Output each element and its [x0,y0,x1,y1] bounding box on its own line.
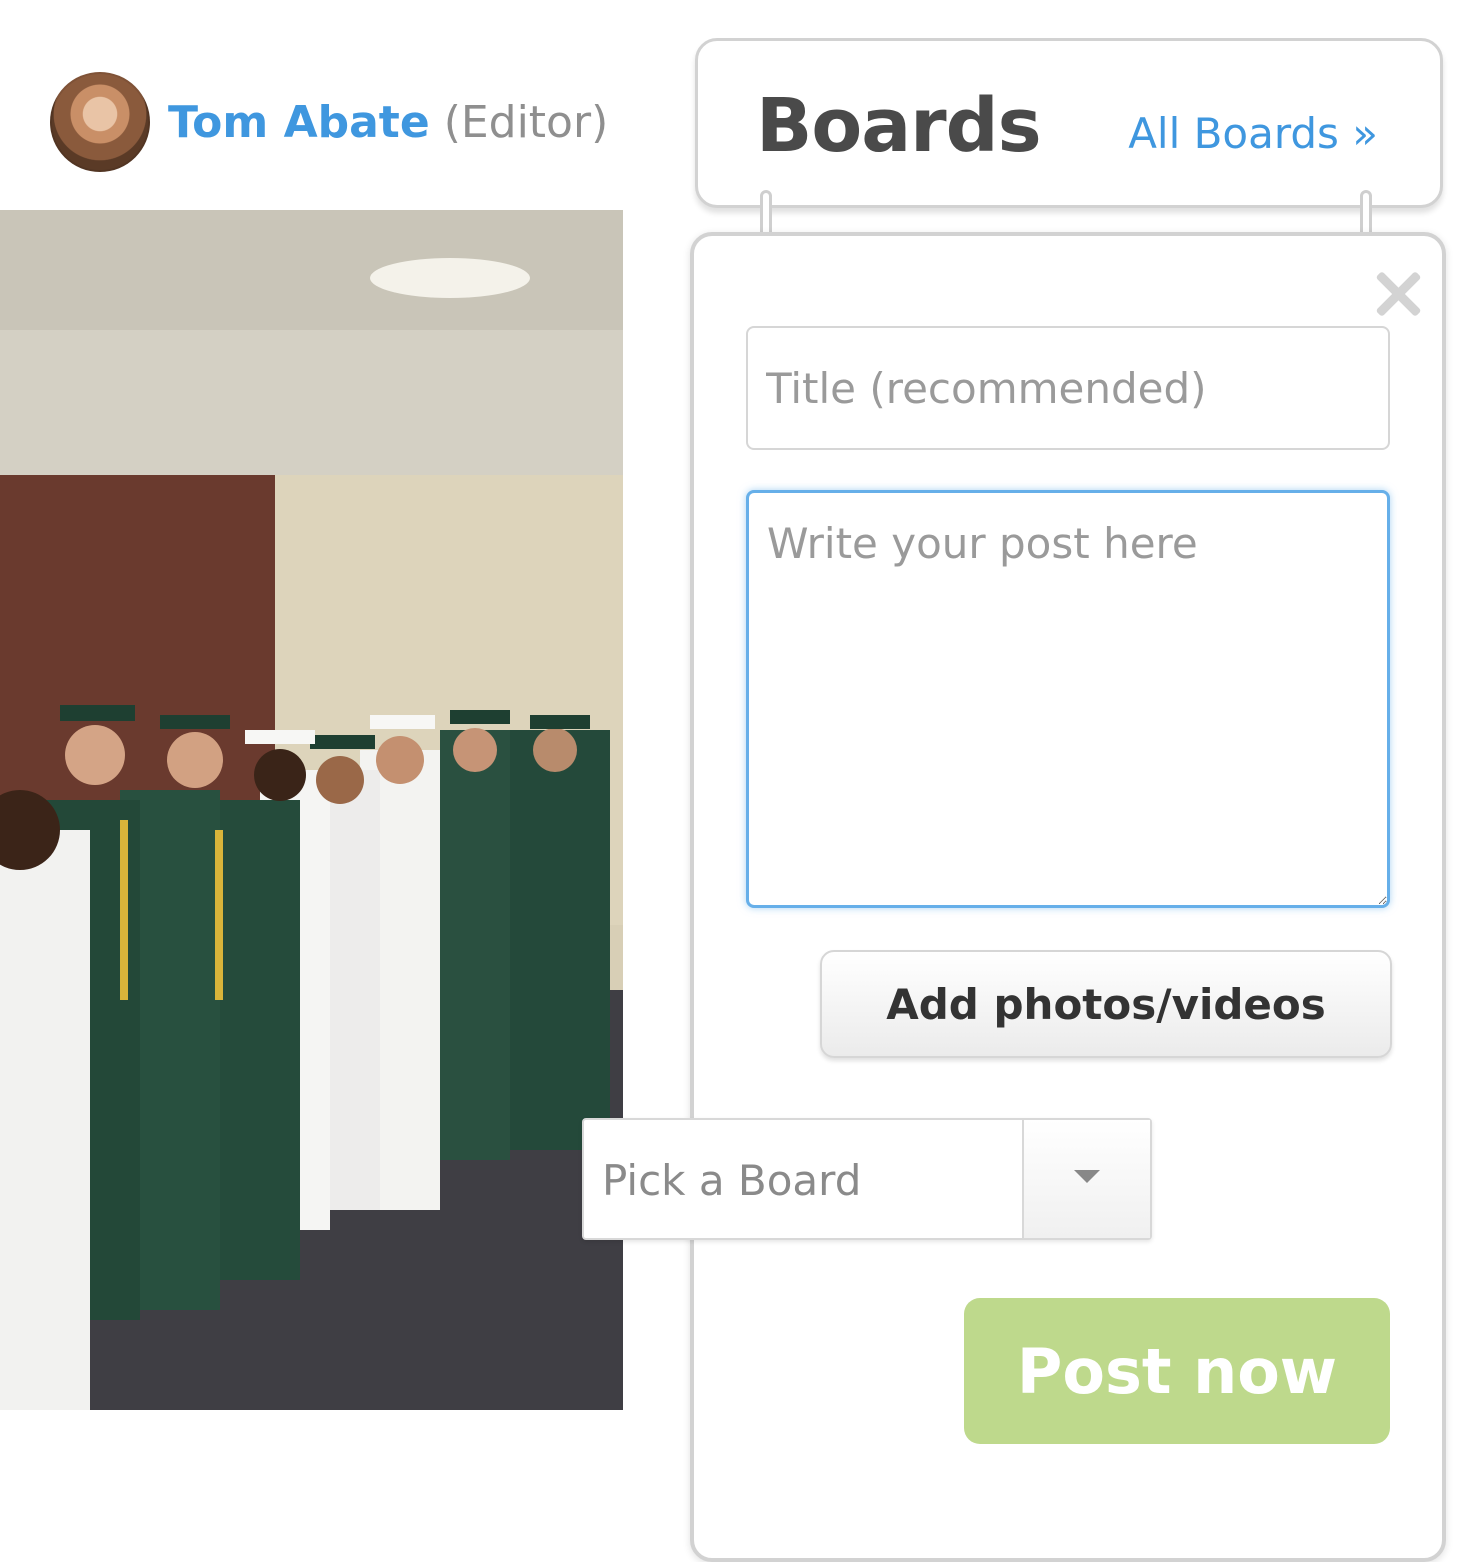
avatar[interactable] [50,72,150,172]
author-line: Tom Abate (Editor) [50,72,608,172]
author-role: (Editor) [443,96,609,148]
all-boards-link[interactable]: All Boards » [1128,109,1378,158]
title-input[interactable] [746,326,1390,450]
post-now-button[interactable]: Post now [964,1298,1390,1444]
close-icon[interactable] [1372,268,1424,320]
chevron-down-icon [1074,1170,1100,1183]
post-body-textarea[interactable] [746,490,1390,908]
author-name[interactable]: Tom Abate [168,97,430,148]
pick-board-select[interactable]: Pick a Board [582,1118,1152,1240]
graduation-photo-image [0,210,623,1410]
post-photo[interactable] [0,210,623,1410]
boards-header-card: Boards All Boards » [695,38,1443,208]
add-photos-videos-button[interactable]: Add photos/videos [820,950,1392,1058]
boards-title: Boards [756,83,1042,169]
pick-board-label: Pick a Board [602,1156,862,1205]
select-arrow-button[interactable] [1022,1120,1150,1238]
